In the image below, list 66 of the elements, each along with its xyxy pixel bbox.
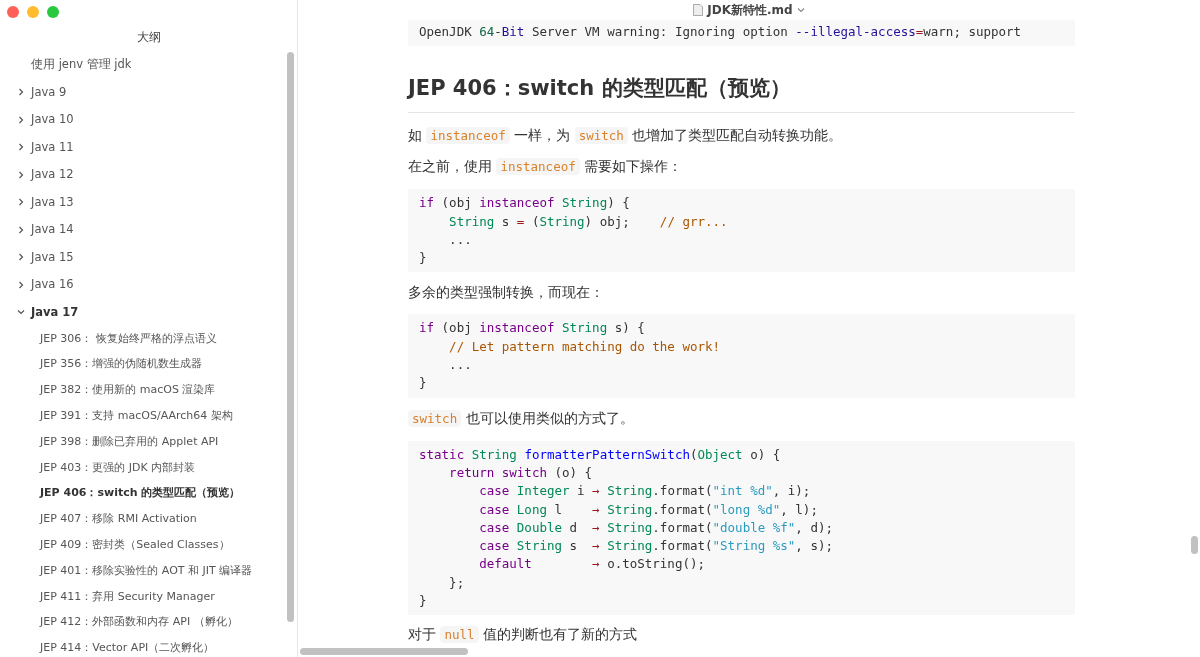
outline-item[interactable]: JEP 409：密封类（Sealed Classes） bbox=[0, 532, 238, 559]
outline-item[interactable]: JEP 391：支持 macOS/AArch64 架构 bbox=[0, 403, 241, 430]
chevron-right-icon bbox=[17, 115, 25, 124]
close-window-button[interactable] bbox=[7, 6, 19, 18]
code-line: return switch (o) { bbox=[448, 463, 593, 482]
chevron-right-icon bbox=[17, 225, 25, 234]
file-icon bbox=[693, 4, 704, 16]
code-line: static String formatterPatternSwitch(Object o) { bbox=[419, 445, 781, 464]
code-line: } bbox=[419, 249, 427, 268]
chevron-right-icon bbox=[17, 170, 25, 179]
code-line: if (obj instanceof String) { bbox=[419, 194, 630, 213]
outline-item[interactable]: JEP 398：删除已弃用的 Applet API bbox=[0, 429, 227, 455]
scrollbar-thumb[interactable] bbox=[1190, 536, 1198, 554]
code-line: case Integer i → String.format("int %d", i); bbox=[478, 482, 811, 501]
zoom-window-button[interactable] bbox=[47, 6, 59, 18]
outline-item[interactable]: Java 10 bbox=[0, 106, 82, 134]
chevron-down-icon[interactable] bbox=[796, 6, 805, 14]
outline-item[interactable]: Java 15 bbox=[0, 243, 82, 271]
outline-item[interactable]: JEP 411：弃用 Security Manager bbox=[0, 583, 223, 610]
outline-item[interactable]: JEP 412：外部函数和内存 API （孵化） bbox=[0, 609, 246, 636]
outline-item[interactable]: Java 13 bbox=[0, 188, 82, 216]
sidebar-title: 大纲 bbox=[136, 28, 161, 46]
chevron-right-icon bbox=[17, 143, 25, 152]
paragraph: 多余的类型强制转换，而现在： bbox=[408, 283, 604, 303]
chevron-right-icon bbox=[17, 198, 25, 207]
paragraph: 在之前，使用 instanceof 需要如下操作： bbox=[408, 157, 683, 178]
code-line: OpenJDK 64-Bit Server VM warning: Ignoring option --illegal-access=warn; support bbox=[419, 23, 1022, 41]
outline-item[interactable]: JEP 406：switch 的类型匹配（预览） bbox=[0, 480, 249, 507]
code-line: } bbox=[419, 374, 427, 393]
outline-item[interactable]: JEP 403：更强的 JDK 内部封装 bbox=[0, 455, 204, 481]
chevron-right-icon bbox=[17, 88, 25, 97]
section-heading: JEP 406：switch 的类型匹配（预览） bbox=[408, 75, 791, 103]
code-line: } bbox=[419, 592, 427, 611]
scrollbar-thumb[interactable] bbox=[300, 647, 468, 655]
paragraph: 如 instanceof 一样，为 switch 也增加了类型匹配自动转换功能。 bbox=[408, 126, 843, 147]
outline-item[interactable]: Java 9 bbox=[0, 78, 75, 106]
outline-item[interactable]: JEP 382：使用新的 macOS 渲染库 bbox=[0, 377, 224, 404]
code-line: default → o.toString(); bbox=[478, 555, 705, 574]
code-line: case Long l → String.format("long %d", l); bbox=[478, 500, 818, 519]
outline-item[interactable]: Java 14 bbox=[0, 216, 82, 244]
scrollbar-thumb[interactable] bbox=[286, 52, 294, 622]
minimize-window-button[interactable] bbox=[27, 6, 39, 18]
code-line: ... bbox=[448, 230, 472, 249]
chevron-right-icon bbox=[17, 253, 25, 262]
code-line: case Double d → String.format("double %f", d); bbox=[478, 518, 833, 537]
code-line: // Let pattern matching do the work! bbox=[448, 337, 721, 356]
outline-item[interactable]: JEP 401：移除实验性的 AOT 和 JIT 编译器 bbox=[0, 558, 261, 584]
outline-item[interactable]: JEP 407：移除 RMI Activation bbox=[0, 506, 205, 533]
outline-item[interactable]: Java 17 bbox=[0, 298, 87, 326]
outline-item[interactable]: Java 16 bbox=[0, 271, 82, 299]
code-line: case String s → String.format("String %s", s); bbox=[478, 537, 833, 556]
code-line: ... bbox=[448, 356, 472, 375]
paragraph: switch 也可以使用类似的方式了。 bbox=[408, 406, 634, 430]
outline-item[interactable]: Java 11 bbox=[0, 133, 82, 161]
window-title: JDK新特性.md bbox=[707, 2, 793, 19]
code-line: }; bbox=[448, 573, 465, 592]
outline-item[interactable]: JEP 356：增强的伪随机数生成器 bbox=[0, 351, 211, 378]
code-line: String s = (String) obj; // grr... bbox=[448, 212, 728, 231]
paragraph: 对于 null 值的判断也有了新的方式 bbox=[408, 625, 637, 645]
chevron-down-icon bbox=[17, 308, 25, 317]
code-line: if (obj instanceof String s) { bbox=[419, 319, 645, 338]
chevron-right-icon bbox=[17, 280, 25, 289]
outline-item[interactable]: 使用 jenv 管理 jdk bbox=[0, 51, 140, 79]
outline-item[interactable]: JEP 306： 恢复始终严格的浮点语义 bbox=[0, 326, 225, 352]
outline-item[interactable]: Java 12 bbox=[0, 161, 82, 189]
outline-item[interactable]: JEP 414：Vector API（二次孵化） bbox=[0, 635, 223, 657]
